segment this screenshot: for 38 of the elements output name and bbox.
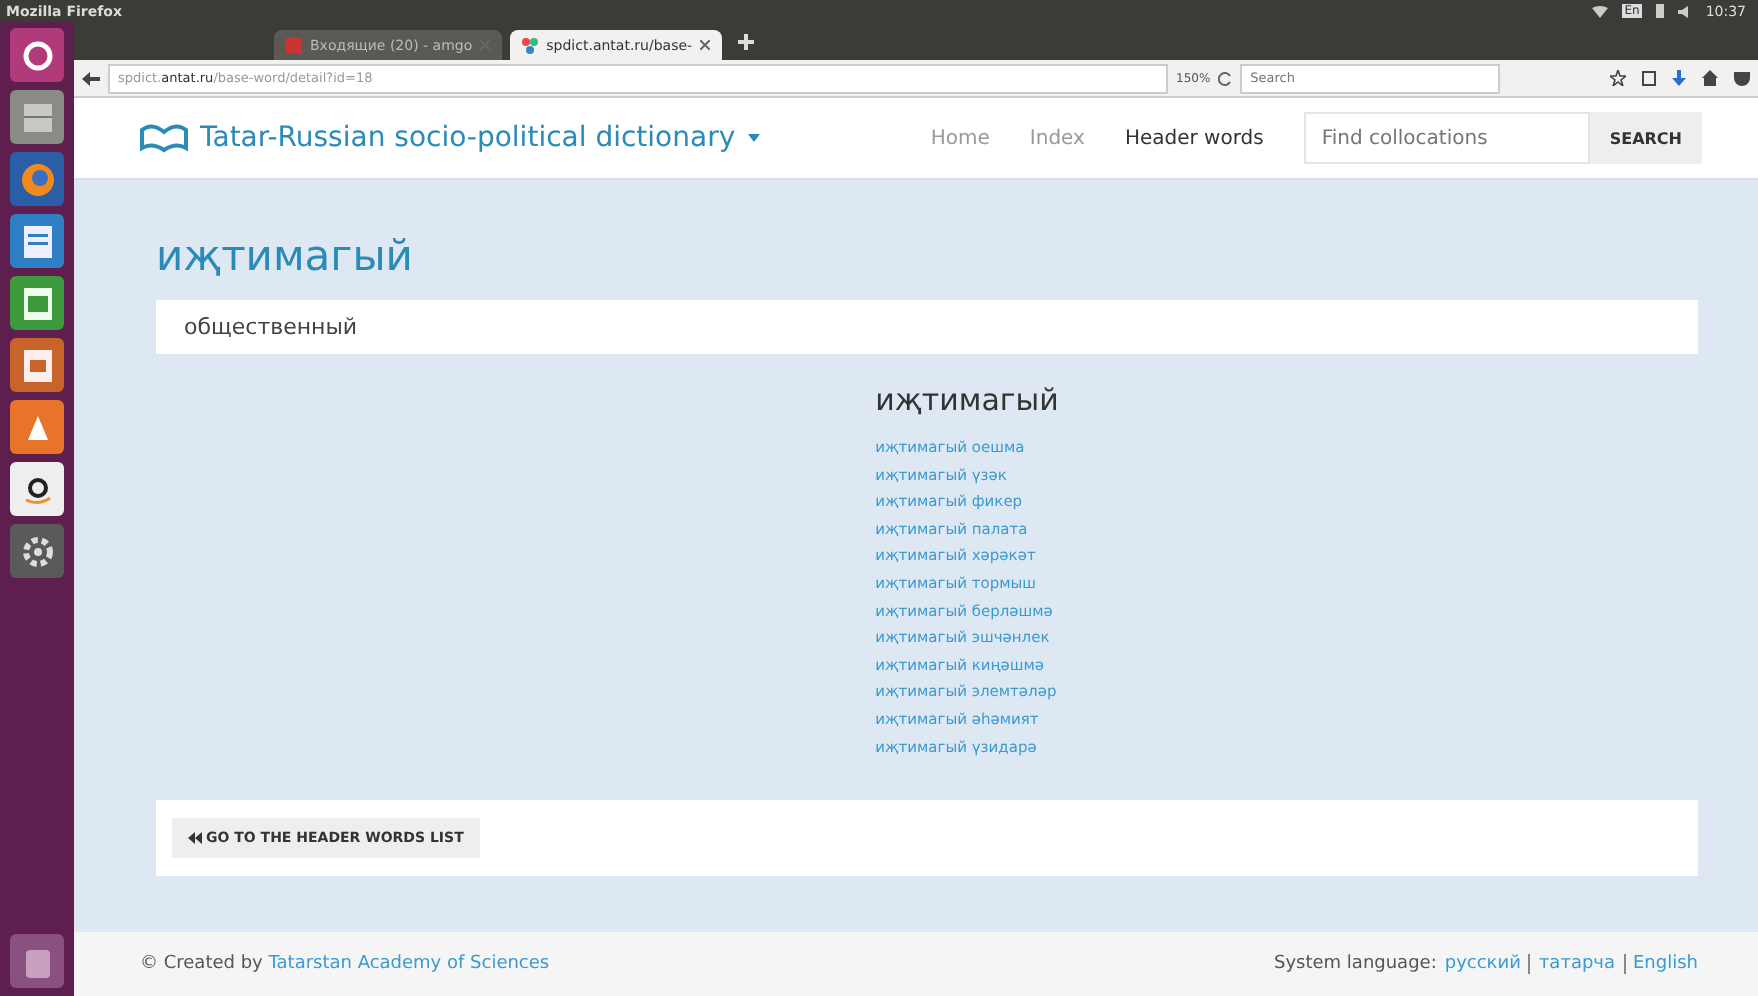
language-link[interactable]: English bbox=[1623, 954, 1698, 974]
collocations-heading: иҗтимагый bbox=[875, 382, 1059, 418]
reload-icon[interactable] bbox=[1218, 71, 1233, 85]
site-title[interactable]: Tatar-Russian socio-political dictionary bbox=[140, 122, 760, 154]
mail-icon bbox=[286, 37, 302, 53]
language-link[interactable]: татарча bbox=[1528, 954, 1615, 974]
spreadsheet-icon[interactable] bbox=[10, 276, 64, 330]
nav-link[interactable]: Header words bbox=[1124, 127, 1264, 149]
star-icon[interactable] bbox=[1610, 70, 1626, 86]
close-icon[interactable] bbox=[700, 40, 711, 50]
site-icon bbox=[522, 37, 539, 53]
presentation-icon[interactable] bbox=[10, 338, 64, 392]
wifi-icon[interactable] bbox=[1592, 5, 1609, 17]
file-cabinet-icon[interactable] bbox=[10, 90, 64, 144]
new-tab-icon[interactable] bbox=[738, 33, 755, 49]
gear-icon[interactable] bbox=[10, 524, 64, 578]
caret-icon bbox=[747, 134, 760, 142]
creator-link[interactable]: Tatarstan Academy of Sciences bbox=[268, 954, 550, 974]
language-link[interactable]: русский bbox=[1444, 954, 1521, 974]
pocket-icon[interactable] bbox=[1734, 71, 1750, 85]
download-icon[interactable] bbox=[1672, 70, 1686, 86]
speaker-icon[interactable] bbox=[1677, 5, 1692, 17]
open-book-icon bbox=[140, 122, 188, 154]
search-button[interactable]: SEARCH bbox=[1589, 112, 1702, 164]
clipboard-icon[interactable] bbox=[1642, 70, 1656, 86]
language-label: System language: bbox=[1274, 954, 1437, 974]
collocation-search-field[interactable]: Find collocations bbox=[1303, 112, 1590, 164]
trash-icon[interactable] bbox=[10, 934, 64, 988]
back-arrow-icon[interactable] bbox=[82, 69, 100, 87]
nav-link[interactable]: Home bbox=[930, 127, 990, 149]
nav-link[interactable]: Index bbox=[1029, 127, 1085, 149]
battery-icon[interactable] bbox=[1655, 4, 1664, 18]
document-icon[interactable] bbox=[10, 214, 64, 268]
home-icon[interactable] bbox=[1702, 70, 1718, 86]
double-left-arrow-icon bbox=[188, 832, 202, 844]
translation: общественный bbox=[156, 300, 1698, 354]
headword: иҗтимагый bbox=[156, 232, 415, 280]
credit-text: © Created by Tatarstan Academy of Sciences bbox=[140, 954, 550, 974]
